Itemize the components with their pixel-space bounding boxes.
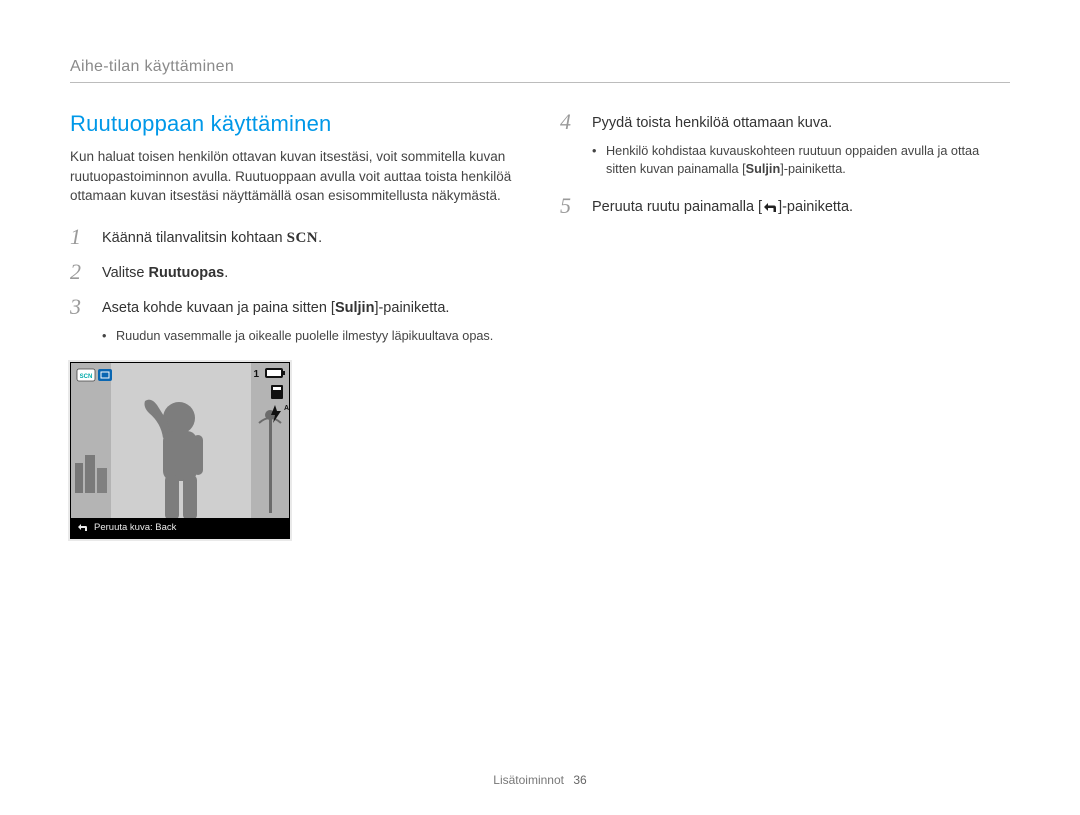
return-icon [77, 523, 88, 532]
step-2: 2 Valitse Ruutuopas. [70, 261, 520, 284]
frame-guide-icon [98, 369, 112, 381]
svg-text:A: A [284, 405, 289, 412]
step-text: . [224, 265, 228, 281]
bullet-bold: Suljin [746, 162, 781, 176]
step-text: ]-painiketta. [374, 300, 449, 316]
intro-paragraph: Kun haluat toisen henkilön ottavan kuvan… [70, 147, 520, 206]
step-body: Aseta kohde kuvaan ja paina sitten [Sulj… [102, 296, 520, 349]
svg-text:SCN: SCN [80, 374, 93, 380]
step-4: 4 Pyydä toista henkilöä ottamaan kuva. H… [560, 111, 1010, 183]
step-number: 3 [70, 296, 90, 349]
bullet-item: Ruudun vasemmalle ja oikealle puolelle i… [102, 327, 520, 345]
footer-page-number: 36 [573, 773, 586, 787]
camera-preview: SCN 1 [70, 362, 290, 539]
left-column: Ruutuoppaan käyttäminen Kun haluat toise… [70, 111, 520, 539]
divider [70, 82, 1010, 83]
scn-mode-label: SCN [287, 230, 319, 246]
battery-icon [265, 368, 285, 378]
step-1: 1 Käännä tilanvalitsin kohtaan SCN. [70, 226, 520, 250]
step-body: Pyydä toista henkilöä ottamaan kuva. Hen… [592, 111, 1010, 183]
step-text: ]-painiketta. [778, 199, 853, 215]
step-bullets: Ruudun vasemmalle ja oikealle puolelle i… [102, 327, 520, 345]
bullet-item: Henkilö kohdistaa kuvauskohteen ruutuun … [592, 142, 1010, 179]
step-bold: Suljin [335, 300, 374, 316]
step-text: Peruuta ruutu painamalla [ [592, 199, 762, 215]
right-column: 4 Pyydä toista henkilöä ottamaan kuva. H… [560, 111, 1010, 539]
step-bullets: Henkilö kohdistaa kuvauskohteen ruutuun … [592, 142, 1010, 179]
step-5: 5 Peruuta ruutu painamalla [ ]-painiketta… [560, 195, 1010, 220]
step-text: Aseta kohde kuvaan ja paina sitten [ [102, 300, 335, 316]
step-number: 5 [560, 195, 580, 220]
step-number: 1 [70, 226, 90, 250]
content-columns: Ruutuoppaan käyttäminen Kun haluat toise… [70, 111, 1010, 539]
step-body: Peruuta ruutu painamalla [ ]-painiketta. [592, 195, 1010, 220]
footer-section: Lisätoiminnot [493, 773, 564, 787]
step-body: Käännä tilanvalitsin kohtaan SCN. [102, 226, 520, 250]
page-footer: Lisätoiminnot 36 [0, 773, 1080, 787]
breadcrumb: Aihe-tilan käyttäminen [70, 58, 1010, 76]
manual-page: Aihe-tilan käyttäminen Ruutuoppaan käytt… [0, 0, 1080, 815]
shots-remaining: 1 [253, 369, 259, 380]
step-body: Valitse Ruutuopas. [102, 261, 520, 284]
step-text: Valitse [102, 265, 148, 281]
camera-preview-body: SCN 1 [71, 363, 289, 518]
camera-caption-bar: Peruuta kuva: Back [71, 518, 289, 538]
storage-icon [271, 385, 283, 399]
step-3: 3 Aseta kohde kuvaan ja paina sitten [Su… [70, 296, 520, 349]
preview-illustration: SCN 1 [71, 363, 289, 518]
step-bold: Ruutuopas [148, 265, 224, 281]
step-text: . [318, 230, 322, 246]
step-text: Käännä tilanvalitsin kohtaan [102, 230, 287, 246]
bullet-text: ]-painiketta. [780, 162, 846, 176]
step-number: 4 [560, 111, 580, 183]
return-icon [762, 199, 778, 220]
camera-caption-text: Peruuta kuva: Back [94, 522, 176, 533]
section-heading: Ruutuoppaan käyttäminen [70, 111, 520, 137]
step-text: Pyydä toista henkilöä ottamaan kuva. [592, 115, 832, 131]
scn-mode-icon: SCN [77, 369, 95, 381]
step-number: 2 [70, 261, 90, 284]
